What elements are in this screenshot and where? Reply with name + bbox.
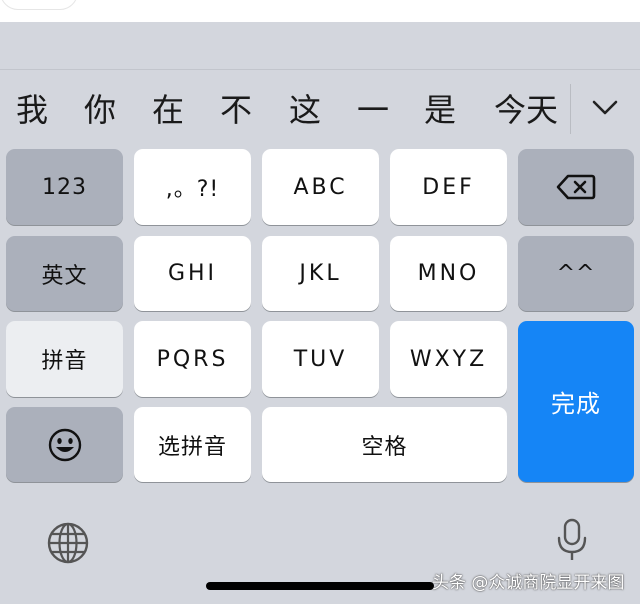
- globe-button[interactable]: [45, 520, 91, 570]
- candidate-divider: [570, 84, 571, 134]
- ghi-key[interactable]: GHI: [134, 236, 251, 311]
- candidate-word[interactable]: 是: [416, 88, 464, 132]
- dictation-button[interactable]: [553, 516, 591, 568]
- input-field-edge: [0, 0, 78, 10]
- candidate-word[interactable]: 我: [8, 88, 56, 132]
- candidate-word[interactable]: 一: [349, 88, 397, 132]
- keyboard-top-bar: [0, 22, 640, 70]
- english-key[interactable]: 英文: [6, 236, 123, 311]
- punctuation-key[interactable]: ,。?!: [134, 149, 251, 225]
- space-key[interactable]: 空格: [262, 407, 507, 482]
- jkl-key[interactable]: JKL: [262, 236, 379, 311]
- home-indicator[interactable]: [206, 582, 434, 590]
- globe-icon: [47, 522, 89, 564]
- abc-key[interactable]: ABC: [262, 149, 379, 225]
- pinyin-key[interactable]: 拼音: [6, 321, 123, 397]
- emoticon-key[interactable]: ^^: [518, 236, 634, 311]
- collapse-candidates-button[interactable]: [585, 88, 625, 128]
- candidate-word[interactable]: 在: [144, 88, 192, 132]
- done-button[interactable]: 完成: [518, 321, 634, 482]
- text-input-area[interactable]: [0, 0, 640, 22]
- microphone-icon: [557, 518, 587, 560]
- backspace-icon: [556, 174, 596, 200]
- candidate-word[interactable]: 你: [76, 88, 124, 132]
- wxyz-key[interactable]: WXYZ: [390, 321, 507, 397]
- emoji-key[interactable]: [6, 407, 123, 482]
- candidate-word[interactable]: 不: [212, 88, 260, 132]
- watermark-text: 头条 @众诚商院显开来图: [432, 573, 625, 593]
- select-pinyin-key[interactable]: 选拼音: [134, 407, 251, 482]
- mno-key[interactable]: MNO: [390, 236, 507, 311]
- divider: [0, 69, 640, 70]
- numbers-key[interactable]: 123: [6, 149, 123, 225]
- candidate-word[interactable]: 这: [281, 88, 329, 132]
- def-key[interactable]: DEF: [390, 149, 507, 225]
- candidate-bar: 我 你 在 不 这 一 是 今天: [0, 78, 640, 146]
- pqrs-key[interactable]: PQRS: [134, 321, 251, 397]
- emoji-icon: [48, 428, 81, 461]
- tuv-key[interactable]: TUV: [262, 321, 379, 397]
- chevron-down-icon: [592, 100, 618, 115]
- backspace-key[interactable]: [518, 149, 634, 225]
- candidate-word[interactable]: 今天: [490, 88, 562, 132]
